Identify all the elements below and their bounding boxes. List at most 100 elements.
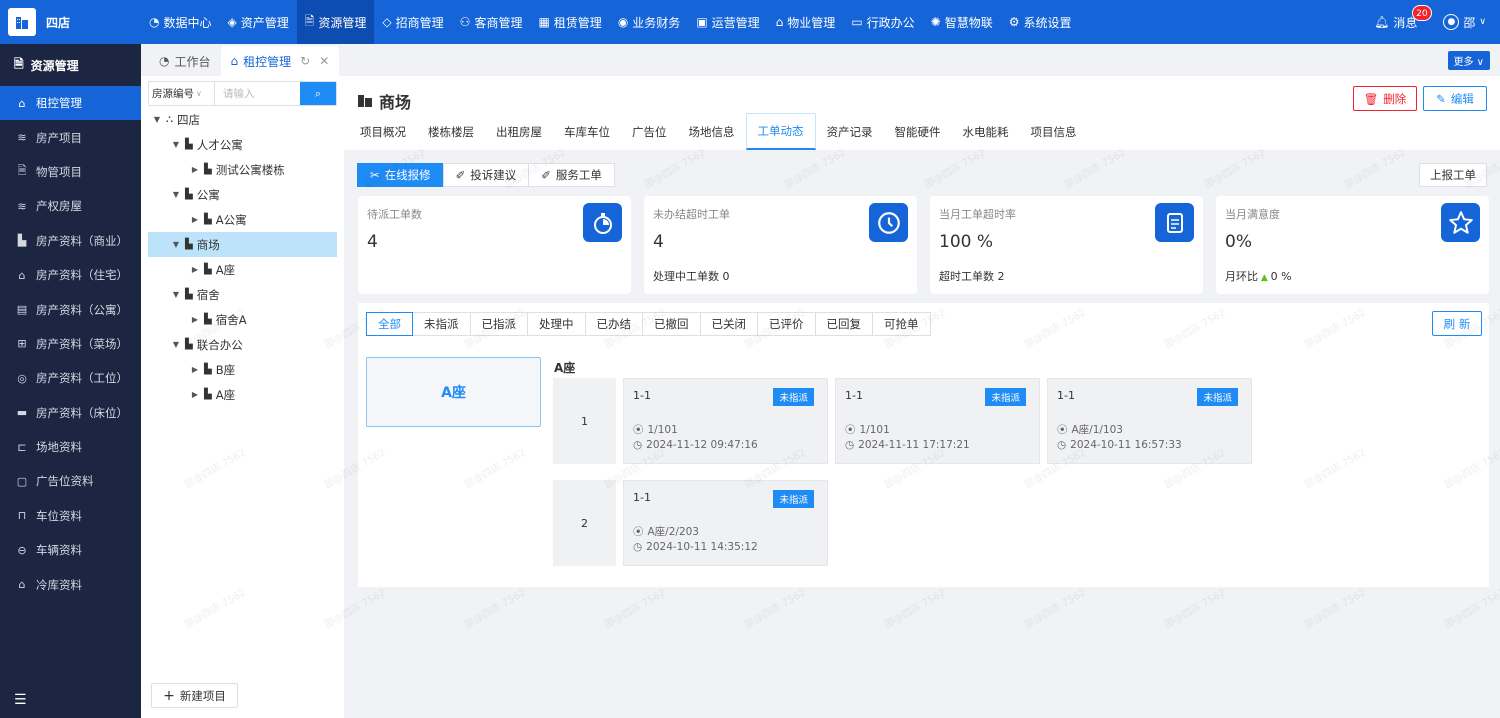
topnav-item-6[interactable]: ◉ 业务财务 bbox=[610, 0, 689, 44]
new-project-button[interactable]: + 新建项目 bbox=[151, 683, 238, 708]
subtab-1[interactable]: 楼栋楼层 bbox=[417, 113, 485, 150]
tree-node[interactable]: ▼ ▙ 商场 bbox=[148, 232, 337, 257]
filter-tab-6[interactable]: 已关闭 bbox=[699, 312, 758, 336]
tree-node[interactable]: ▼ ▙ 联合办公 bbox=[148, 332, 337, 357]
workorder-card[interactable]: 1-1 未指派 ⦿ A座/1/103 ◷ 2024-10-11 16:57:33 bbox=[1047, 378, 1252, 464]
subtab-0[interactable]: 项目概况 bbox=[349, 113, 417, 150]
sidebar-item-7[interactable]: ⊞ 房产资料（菜场） bbox=[0, 327, 141, 361]
expand-down-icon[interactable]: ▼ bbox=[171, 140, 181, 149]
sidebar-item-0[interactable]: ⌂ 租控管理 bbox=[0, 86, 141, 121]
workorder-tab-2[interactable]: ✐ 服务工单 bbox=[528, 163, 615, 187]
expand-down-icon[interactable]: ▼ bbox=[171, 340, 181, 349]
topnav-item-2[interactable]: 🗎︎ 资源管理 bbox=[296, 0, 375, 44]
topnav-item-9[interactable]: ▭ 行政办公 bbox=[843, 0, 922, 44]
report-workorder-button[interactable]: 上报工单 bbox=[1419, 163, 1487, 187]
sidebar-item-14[interactable]: ⌂ 冷库资料 bbox=[0, 567, 141, 601]
subtab-3[interactable]: 车库车位 bbox=[553, 113, 621, 150]
expand-right-icon[interactable]: ▶ bbox=[190, 165, 200, 174]
topnav-item-4[interactable]: ⚇ 客商管理 bbox=[452, 0, 531, 44]
expand-down-icon[interactable]: ▼ bbox=[171, 190, 181, 199]
expand-down-icon[interactable]: ▼ bbox=[171, 290, 181, 299]
tree-node[interactable]: ▶ ▙ 测试公寓楼栋 bbox=[148, 157, 337, 182]
tree-node[interactable]: ▶ ▙ B座 bbox=[148, 357, 337, 382]
sidebar-item-11[interactable]: ▢ 广告位资料 bbox=[0, 464, 141, 498]
expand-down-icon[interactable]: ▼ bbox=[171, 240, 181, 249]
subtab-8[interactable]: 智能硬件 bbox=[884, 113, 952, 150]
search-button[interactable]: ⌕ bbox=[300, 82, 336, 105]
topnav-item-8[interactable]: ⌂ 物业管理 bbox=[768, 0, 844, 44]
close-icon[interactable]: ✕ bbox=[319, 54, 329, 68]
sidebar-item-4[interactable]: ▙ 房产资料（商业） bbox=[0, 224, 141, 258]
search-type-select[interactable]: 房源编号 ∨ bbox=[149, 82, 215, 105]
subtab-5[interactable]: 场地信息 bbox=[678, 113, 746, 150]
messages-button[interactable]: 🔔︎ 消息 20 bbox=[1374, 4, 1432, 31]
tree-node[interactable]: ▶ ▙ 宿舍A bbox=[148, 307, 337, 332]
sidebar-item-6[interactable]: ▤ 房产资料（公寓） bbox=[0, 292, 141, 326]
filter-tab-2[interactable]: 已指派 bbox=[469, 312, 528, 336]
delete-button[interactable]: 🗑︎ 删除 bbox=[1353, 86, 1417, 111]
tree-node[interactable]: ▼ ▙ 人才公寓 bbox=[148, 132, 337, 157]
more-tabs-button[interactable]: 更多 ∨ bbox=[1447, 51, 1490, 70]
topnav-item-5[interactable]: ▦ 租赁管理 bbox=[530, 0, 609, 44]
filter-tab-5[interactable]: 已撤回 bbox=[642, 312, 701, 336]
filter-tab-0[interactable]: 全部 bbox=[366, 312, 413, 336]
user-menu[interactable]: ● 邵 ∨ bbox=[1443, 14, 1486, 31]
sidebar-item-5[interactable]: ⌂ 房产资料（住宅） bbox=[0, 258, 141, 292]
tree-node[interactable]: ▼ ⛬ 四店 bbox=[148, 107, 337, 132]
workorder-card[interactable]: 1-1 未指派 ⦿ 1/101 ◷ 2024-11-12 09:47:16 bbox=[623, 378, 828, 464]
refresh-icon[interactable]: ↻ bbox=[300, 54, 310, 68]
sidebar-item-2[interactable]: 🗎︎ 物管项目 bbox=[0, 155, 141, 189]
filter-tab-7[interactable]: 已评价 bbox=[757, 312, 816, 336]
workorder-tab-0[interactable]: ✂︎ 在线报修 bbox=[357, 163, 444, 187]
expand-right-icon[interactable]: ▶ bbox=[190, 215, 200, 224]
edit-button[interactable]: ✎ 编辑 bbox=[1423, 86, 1487, 111]
workorder-tab-1[interactable]: ✐ 投诉建议 bbox=[442, 163, 530, 187]
sidebar-item-3[interactable]: ≋ 产权房屋 bbox=[0, 189, 141, 223]
topnav-item-0[interactable]: ◔ 数据中心 bbox=[141, 0, 220, 44]
topnav-label: 租赁管理 bbox=[553, 15, 602, 30]
subtab-7[interactable]: 资产记录 bbox=[816, 113, 884, 150]
filter-tab-8[interactable]: 已回复 bbox=[814, 312, 873, 336]
workorder-card[interactable]: 1-1 未指派 ⦿ 1/101 ◷ 2024-11-11 17:17:21 bbox=[835, 378, 1040, 464]
expand-right-icon[interactable]: ▶ bbox=[190, 390, 200, 399]
sidebar-item-13[interactable]: ⊖ 车辆资料 bbox=[0, 533, 141, 567]
subtab-4[interactable]: 广告位 bbox=[621, 113, 678, 150]
tab-rent-control[interactable]: ⌂ 租控管理 ↻ ✕ bbox=[220, 46, 340, 76]
tree-node[interactable]: ▶ ▙ A座 bbox=[148, 257, 337, 282]
topnav-item-7[interactable]: ▣ 运营管理 bbox=[688, 0, 767, 44]
block-card[interactable]: A座 bbox=[366, 357, 541, 427]
topnav-item-11[interactable]: ⚙︎ 系统设置 bbox=[1001, 0, 1080, 44]
app-logo[interactable]: 四店 bbox=[0, 0, 141, 44]
tab-workbench[interactable]: ◔ 工作台 bbox=[149, 46, 221, 76]
refresh-button[interactable]: 刷 新 bbox=[1432, 311, 1482, 336]
sidebar-item-12[interactable]: ⊓ 车位资料 bbox=[0, 499, 141, 533]
subtab-9[interactable]: 水电能耗 bbox=[952, 113, 1020, 150]
collapse-menu-icon[interactable]: ☰ bbox=[14, 692, 27, 708]
subtab-2[interactable]: 出租房屋 bbox=[485, 113, 553, 150]
expand-down-icon[interactable]: ▼ bbox=[152, 115, 162, 124]
expand-right-icon[interactable]: ▶ bbox=[190, 265, 200, 274]
filter-tab-3[interactable]: 处理中 bbox=[527, 312, 586, 336]
filter-tab-9[interactable]: 可抢单 bbox=[872, 312, 931, 336]
sidebar-item-8[interactable]: ◎ 房产资料（工位） bbox=[0, 361, 141, 395]
topnav-item-3[interactable]: ◇ 招商管理 bbox=[374, 0, 451, 44]
subtab-6[interactable]: 工单动态 bbox=[745, 113, 816, 150]
filter-tab-4[interactable]: 已办结 bbox=[584, 312, 643, 336]
topnav-item-1[interactable]: ◈ 资产管理 bbox=[220, 0, 297, 44]
sidebar-item-10[interactable]: ⊏ 场地资料 bbox=[0, 430, 141, 464]
filter-tab-1[interactable]: 未指派 bbox=[412, 312, 471, 336]
topnav-item-10[interactable]: ✺ 智慧物联 bbox=[923, 0, 1001, 44]
workorder-card[interactable]: 1-1 未指派 ⦿ A座/2/203 ◷ 2024-10-11 14:35:12 bbox=[623, 480, 828, 566]
tree-node[interactable]: ▶ ▙ A公寓 bbox=[148, 207, 337, 232]
tree-node[interactable]: ▼ ▙ 宿舍 bbox=[148, 282, 337, 307]
sidebar-item-9[interactable]: ▬ 房产资料（床位） bbox=[0, 396, 141, 430]
expand-right-icon[interactable]: ▶ bbox=[190, 365, 200, 374]
subtab-10[interactable]: 项目信息 bbox=[1020, 113, 1088, 150]
expand-right-icon[interactable]: ▶ bbox=[190, 315, 200, 324]
building-icon bbox=[8, 8, 36, 36]
tree-node[interactable]: ▶ ▙ A座 bbox=[148, 382, 337, 407]
tree-node-label: 四店 bbox=[177, 112, 200, 127]
tree-node[interactable]: ▼ ▙ 公寓 bbox=[148, 182, 337, 207]
sidebar-item-1[interactable]: ≋ 房产项目 bbox=[0, 120, 141, 154]
search-input[interactable]: 请输入 bbox=[215, 82, 300, 105]
